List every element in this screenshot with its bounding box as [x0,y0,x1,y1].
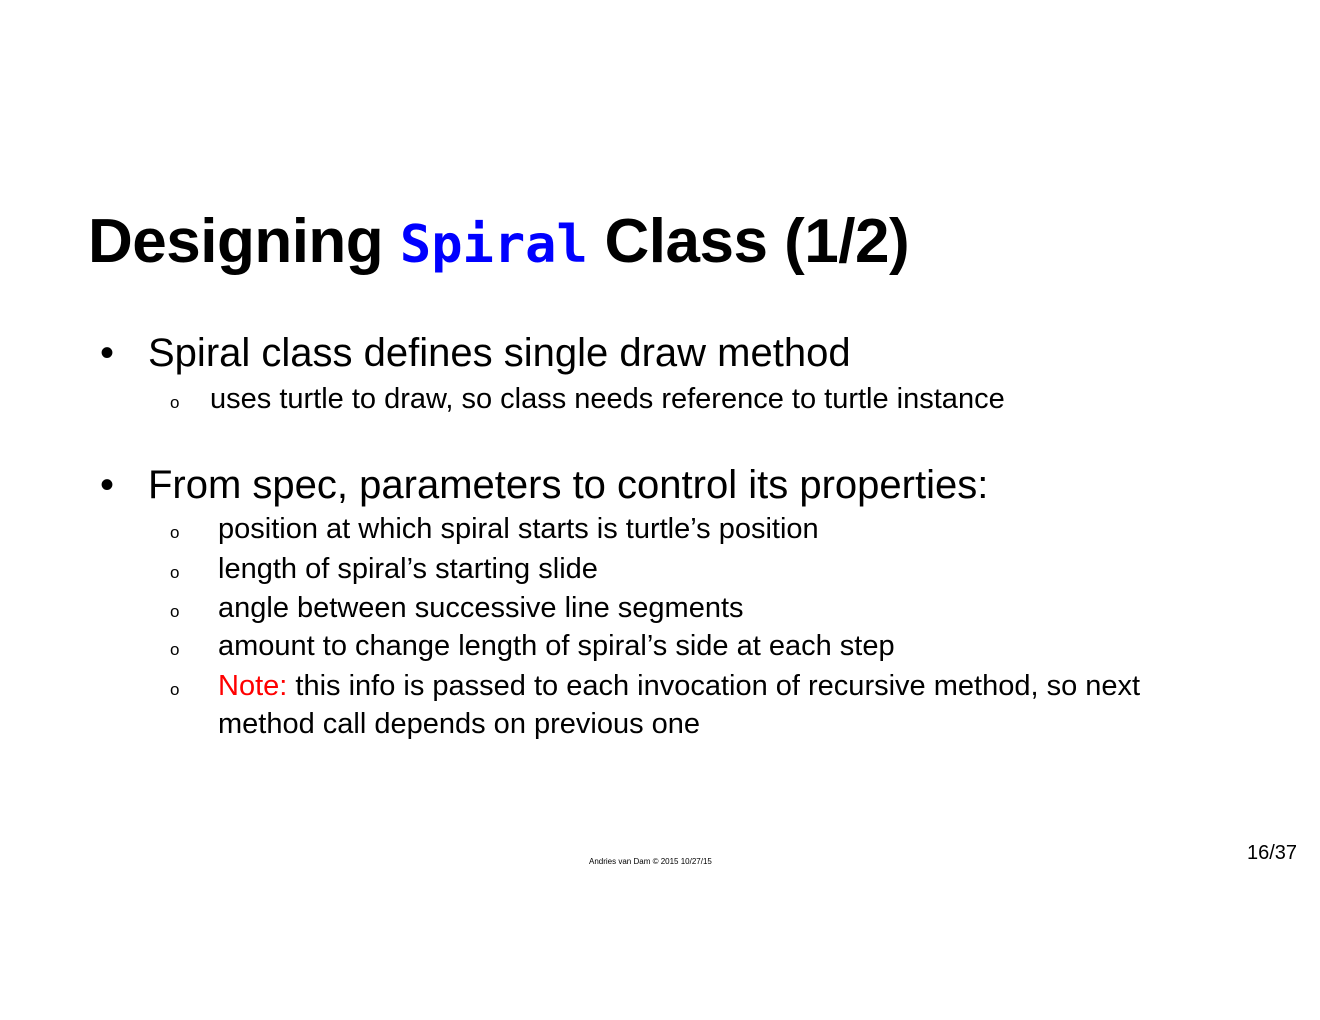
title-suffix: Class (1/2) [587,207,910,276]
bullet-2-sub-2-text: length of spiral’s starting slide [218,553,598,585]
title-prefix: Designing [88,207,400,276]
sub-bullet-marker: o [170,563,180,582]
bullet-1-text: Spiral class defines single draw method [148,331,851,375]
bullet-2-sub-1-text: position at which spiral starts is turtl… [218,513,819,545]
bullet-marker: • [100,331,115,375]
sub-bullet-marker: o [170,523,180,542]
slide-footer: Andries van Dam © 2015 10/27/15 [589,857,712,866]
sub-bullet-marker: o [170,602,180,621]
note-label: Note: [218,670,288,702]
bullet-2-text: From spec, parameters to control its pro… [148,463,989,507]
slide-title: Designing Spiral Class (1/2) [88,204,910,283]
page-number: 16/37 [1247,842,1298,864]
title-code-spiral: Spiral [399,215,588,275]
bullet-2-sub-3-text: angle between successive line segments [218,592,744,624]
bullet-2-sub-4-text: amount to change length of spiral’s side… [218,630,895,662]
bullet-marker: • [100,463,115,507]
note-text-line-1: this info is passed to each invocation o… [287,670,1141,702]
sub-bullet-marker: o [170,640,180,659]
note-text-line-2: method call depends on previous one [218,708,701,740]
sub-bullet-marker: o [170,393,180,412]
bullet-1-sub-1-text: uses turtle to draw, so class needs refe… [210,383,1005,415]
note-line-1: Note: this info is passed to each invoca… [218,667,1140,705]
sub-bullet-marker: o [170,680,180,699]
